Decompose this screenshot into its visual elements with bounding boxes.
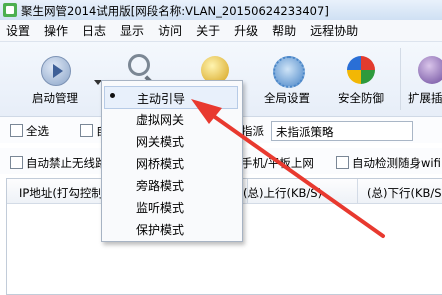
annotation-arrow-shaft [203,108,385,238]
annotation-arrow [191,99,385,238]
